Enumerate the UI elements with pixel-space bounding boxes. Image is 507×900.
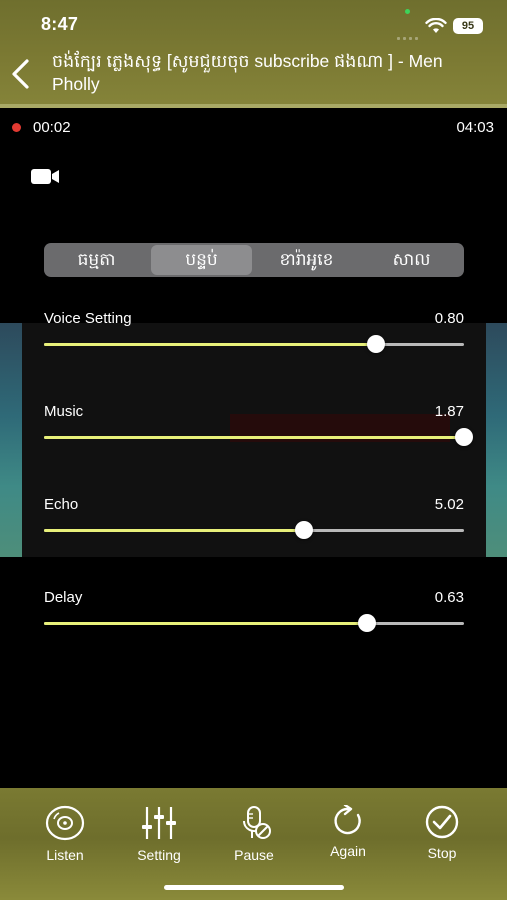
slider-thumb[interactable] <box>366 335 385 353</box>
slider-fill <box>44 343 376 346</box>
wifi-icon <box>425 18 447 33</box>
song-title: ចង់ក្បែរ ភ្លេងសុទ្ធ [សូមជួយចុច subscribe… <box>52 51 443 94</box>
slider-label: Voice Setting <box>44 310 132 327</box>
echo-slider: Echo 5.02 <box>44 496 464 546</box>
voice-setting-slider: Voice Setting 0.80 <box>44 310 464 360</box>
slider-label: Echo <box>44 496 79 513</box>
slider-value: 1.87 <box>434 403 464 420</box>
slider-value: 0.80 <box>434 310 464 327</box>
slider-track[interactable] <box>44 614 464 632</box>
slider-track[interactable] <box>44 521 464 539</box>
setting-button[interactable]: Setting <box>124 805 194 863</box>
toolbar-label: Pause <box>234 847 274 863</box>
total-duration: 04:03 <box>456 119 494 136</box>
slider-track[interactable] <box>44 335 464 353</box>
disc-icon <box>45 805 85 841</box>
recording-indicator <box>12 123 21 132</box>
toolbar-label: Stop <box>427 845 457 861</box>
slider-fill <box>44 529 305 532</box>
recording-progress-row: 00:02 04:03 <box>0 118 507 138</box>
pause-button[interactable]: Pause <box>219 805 289 863</box>
status-time: 8:47 <box>41 14 79 34</box>
toolbar-label: Listen <box>46 847 84 863</box>
privacy-indicator-dot <box>405 9 410 14</box>
delay-slider: Delay 0.63 <box>44 589 464 639</box>
refresh-icon <box>334 805 361 835</box>
listen-button[interactable]: Listen <box>30 805 100 863</box>
slider-fill <box>44 436 464 439</box>
again-button[interactable]: Again <box>313 805 383 859</box>
header-bar: 8:47 95 ចង់ក្បែរ ភ្លេងសុទ្ធ [សូមជួយចុច s… <box>0 0 507 108</box>
slider-label: Delay <box>44 589 83 606</box>
effect-tab-karaoke[interactable]: ខារ៉ាអូខេ <box>256 245 357 275</box>
slider-value: 0.63 <box>434 589 464 606</box>
elapsed-time: 00:02 <box>33 119 71 136</box>
effect-tab-room[interactable]: បន្ទប់ <box>151 245 252 275</box>
effect-selector: ធម្មតា បន្ទប់ ខារ៉ាអូខេ សាល <box>44 243 464 277</box>
slider-thumb[interactable] <box>295 521 314 539</box>
slider-value: 5.02 <box>434 496 464 513</box>
music-slider: Music 1.87 <box>44 403 473 453</box>
effect-tab-normal[interactable]: ធម្មតា <box>46 245 147 275</box>
slider-fill <box>44 622 368 625</box>
toolbar-label: Setting <box>137 847 181 863</box>
check-circle-icon <box>425 805 459 839</box>
chevron-left-icon[interactable] <box>8 58 34 90</box>
mic-off-icon <box>243 806 271 839</box>
slider-thumb[interactable] <box>455 428 473 446</box>
cellular-signal-icon <box>397 27 421 40</box>
slider-thumb[interactable] <box>358 614 377 632</box>
stop-button[interactable]: Stop <box>407 805 477 861</box>
toolbar-label: Again <box>330 843 366 859</box>
equalizer-icon <box>142 807 176 839</box>
video-camera-icon[interactable] <box>31 168 60 185</box>
slider-track[interactable] <box>44 428 473 446</box>
effect-tab-hall[interactable]: សាល <box>361 245 462 275</box>
header-divider <box>0 104 507 108</box>
home-indicator[interactable] <box>164 885 344 890</box>
battery-icon: 95 <box>453 18 483 34</box>
slider-label: Music <box>44 403 84 420</box>
